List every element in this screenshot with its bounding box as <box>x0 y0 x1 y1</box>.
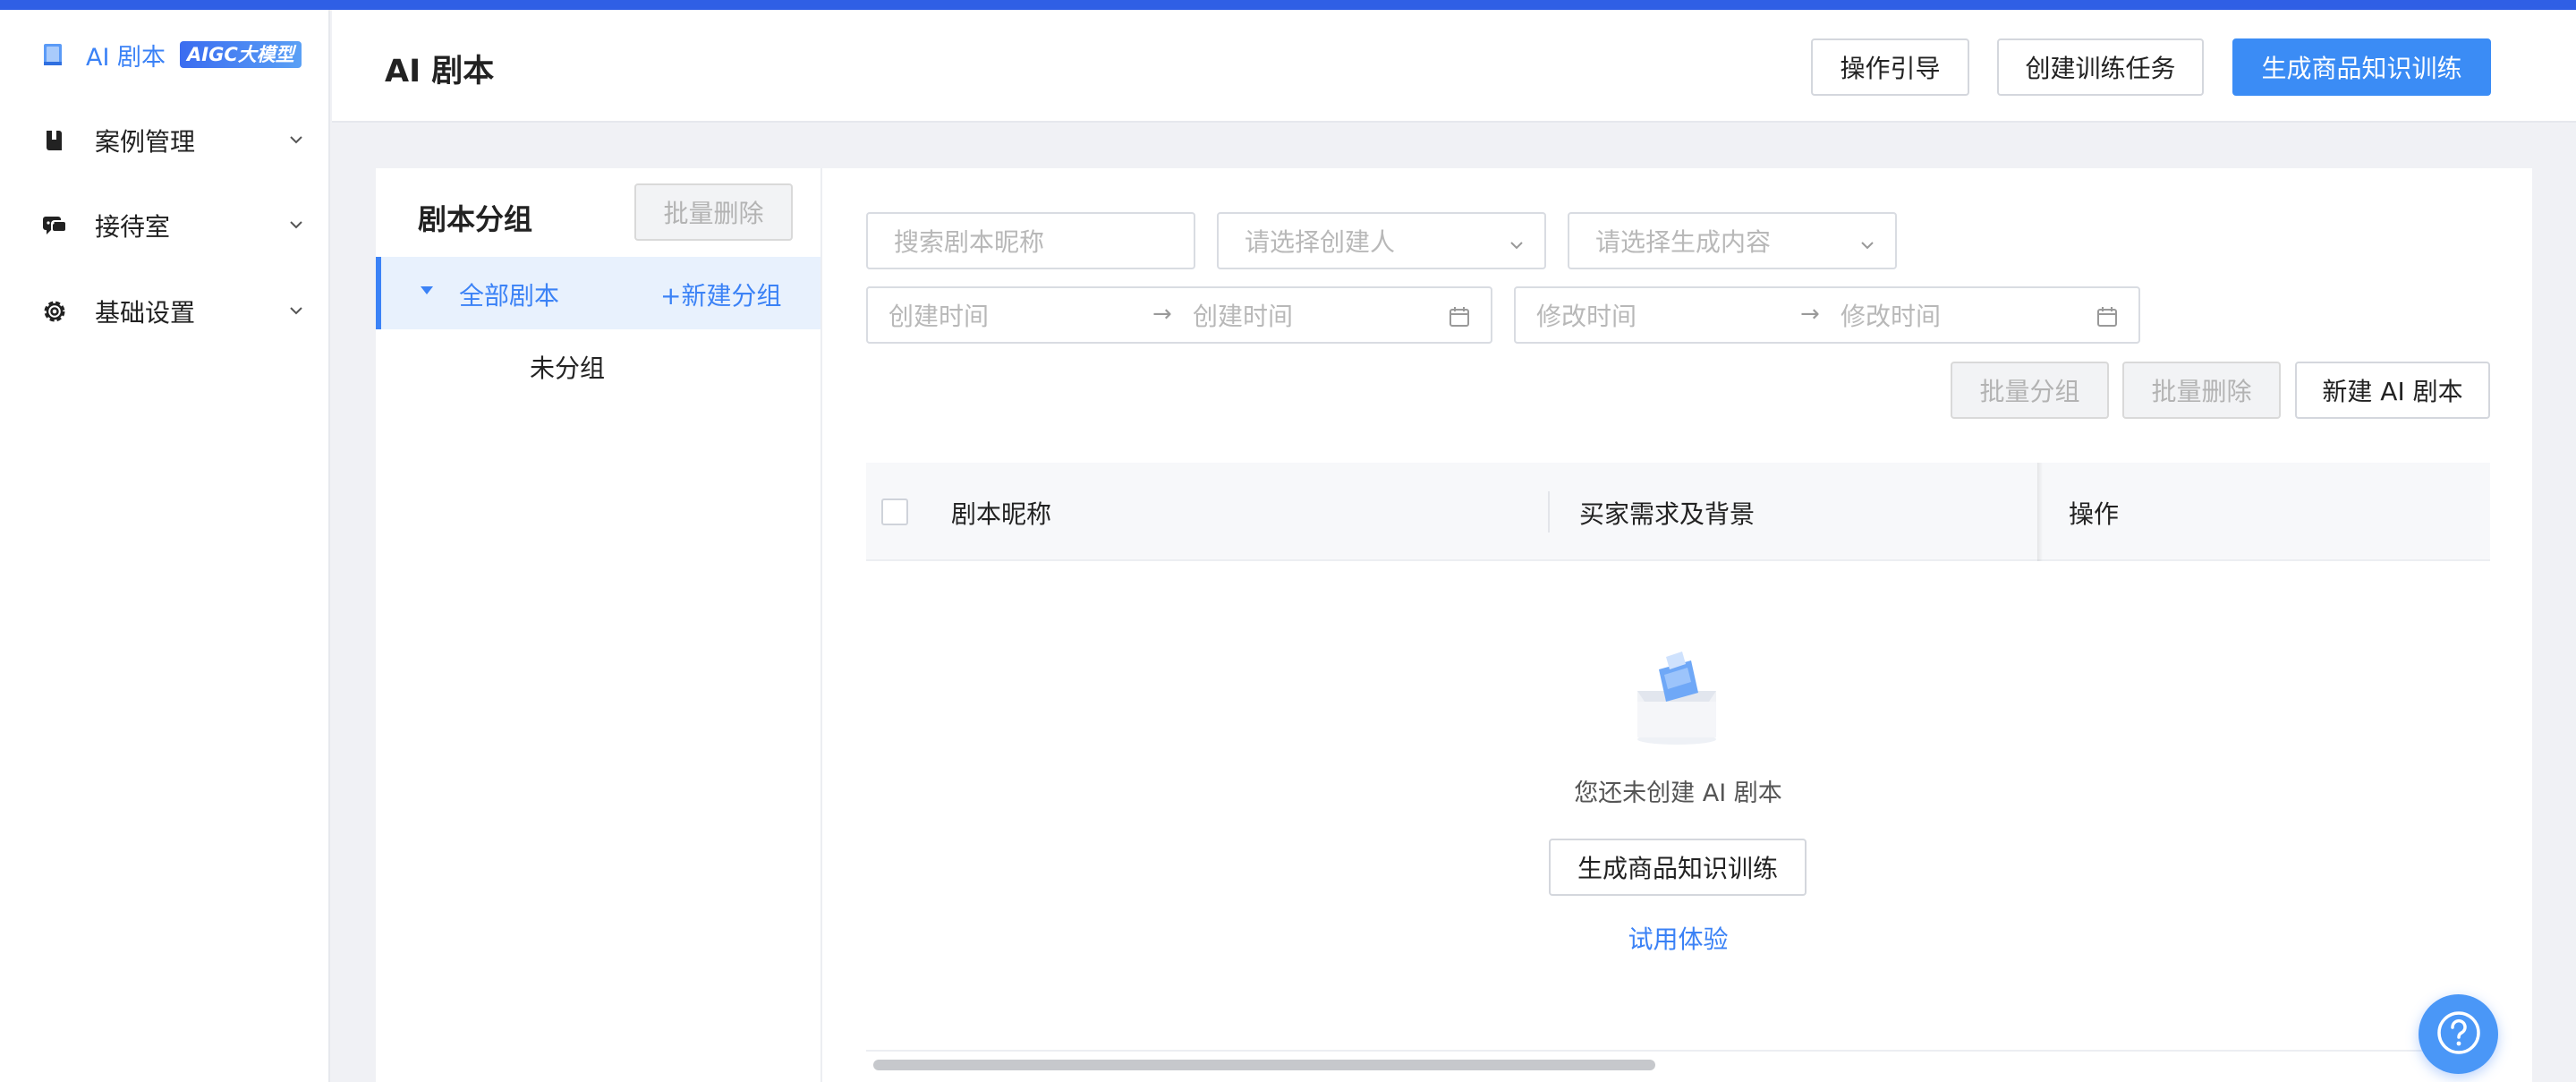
column-buyer-needs: 买家需求及背景 <box>1579 499 1756 529</box>
create-time-end[interactable]: 创建时间 <box>1193 297 1293 333</box>
column-actions: 操作 <box>2069 499 2120 529</box>
table-bottom-border <box>866 1050 2490 1052</box>
table-header: 剧本昵称 买家需求及背景 操作 <box>866 463 2490 561</box>
new-ai-script-button[interactable]: 新建 AI 剧本 <box>2295 362 2490 419</box>
question-icon <box>2436 1010 2482 1060</box>
new-group-link[interactable]: +新建分组 <box>660 277 781 312</box>
chevron-down-icon <box>1507 232 1526 251</box>
range-arrow: → <box>1152 301 1172 328</box>
book-icon <box>41 127 68 154</box>
content-select[interactable]: 请选择生成内容 <box>1568 212 1897 269</box>
group-item-label: 全部剧本 <box>459 281 560 311</box>
top-accent-bar <box>0 0 2576 10</box>
group-item-ungrouped[interactable]: 未分组 <box>530 349 605 385</box>
column-script-name: 剧本昵称 <box>951 499 1052 529</box>
caret-down-icon[interactable] <box>421 286 433 294</box>
create-time-start[interactable]: 创建时间 <box>888 297 989 333</box>
content-placeholder: 请选择生成内容 <box>1595 227 1772 257</box>
generate-product-knowledge-button[interactable]: 生成商品知识训练 <box>2232 38 2491 96</box>
group-panel: 剧本分组 批量删除 全部剧本 +新建分组 未分组 <box>376 168 822 1082</box>
chevron-down-icon <box>286 130 306 149</box>
create-time-range-picker[interactable]: 创建时间 → 创建时间 <box>866 286 1492 344</box>
modify-time-end[interactable]: 修改时间 <box>1841 297 1941 333</box>
trial-experience-link[interactable]: 试用体验 <box>866 920 2490 956</box>
aigc-badge: AIGC大模型 <box>180 41 302 68</box>
sidebar-item-label: 接待室 <box>95 212 171 242</box>
sidebar-item-reception-room[interactable]: 接待室 <box>41 206 306 245</box>
creator-placeholder: 请选择创建人 <box>1245 227 1396 257</box>
page-header: AI 剧本 操作引导 创建训练任务 生成商品知识训练 <box>332 10 2576 123</box>
brand[interactable]: AI 剧本 AIGC大模型 <box>41 37 302 72</box>
page-title: AI 剧本 <box>385 54 495 89</box>
batch-group-button[interactable]: 批量分组 <box>1951 362 2109 419</box>
script-book-icon <box>41 42 64 67</box>
creator-select[interactable]: 请选择创建人 <box>1217 212 1546 269</box>
create-training-task-button[interactable]: 创建训练任务 <box>1997 38 2204 96</box>
guide-button[interactable]: 操作引导 <box>1811 38 1969 96</box>
empty-message: 您还未创建 AI 剧本 <box>1574 780 1782 807</box>
column-divider <box>1548 491 1550 532</box>
brand-title: AI 剧本 <box>86 43 166 72</box>
chevron-down-icon <box>286 301 306 320</box>
empty-box-illustration <box>1632 650 1722 746</box>
search-input[interactable]: 搜索剧本昵称 <box>866 212 1195 269</box>
chevron-down-icon <box>1858 232 1877 251</box>
sidebar-item-label: 案例管理 <box>95 127 196 157</box>
calendar-icon <box>2096 305 2119 328</box>
chat-bubbles-icon <box>41 212 68 239</box>
fixed-column-shadow <box>2037 463 2043 561</box>
horizontal-scrollbar[interactable] <box>873 1060 1655 1070</box>
empty-generate-button[interactable]: 生成商品知识训练 <box>1549 839 1807 896</box>
modify-time-start[interactable]: 修改时间 <box>1536 297 1637 333</box>
group-item-all[interactable]: 全部剧本 +新建分组 <box>376 257 820 329</box>
calendar-icon <box>1448 305 1471 328</box>
sidebar-item-basic-settings[interactable]: 基础设置 <box>41 292 306 331</box>
select-all-checkbox[interactable] <box>881 498 908 525</box>
search-placeholder: 搜索剧本昵称 <box>894 227 1045 257</box>
group-panel-title: 剧本分组 <box>418 202 533 236</box>
sidebar-item-label: 基础设置 <box>95 298 196 328</box>
batch-delete-button[interactable]: 批量删除 <box>2122 362 2281 419</box>
chevron-down-icon <box>286 215 306 234</box>
sidebar-item-case-management[interactable]: 案例管理 <box>41 121 306 160</box>
help-button[interactable] <box>2419 994 2498 1074</box>
gear-icon <box>41 298 68 325</box>
group-batch-delete-button[interactable]: 批量删除 <box>634 183 793 241</box>
sidebar: AI 剧本 AIGC大模型 案例管理 接待室 基础设置 <box>0 10 330 1082</box>
range-arrow: → <box>1800 301 1820 328</box>
modify-time-range-picker[interactable]: 修改时间 → 修改时间 <box>1514 286 2140 344</box>
